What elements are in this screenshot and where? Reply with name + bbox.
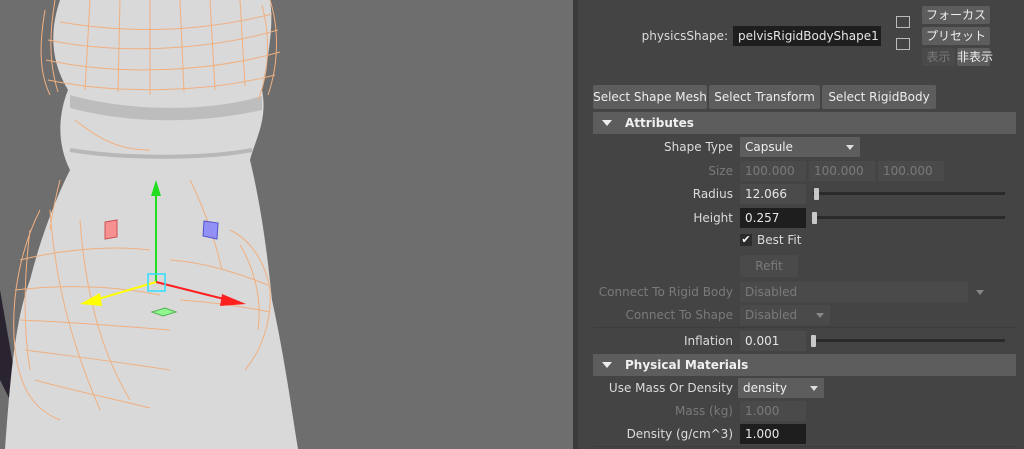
radius-slider-handle[interactable] [814,188,819,200]
size-x-field[interactable]: 100.000 [740,161,806,181]
connect-to-shape-dropdown[interactable]: Disabled [740,305,830,325]
shape-type-dropdown[interactable]: Capsule [740,137,860,157]
physical-materials-section-title: Physical Materials [625,358,749,372]
focus-button[interactable]: フォーカス [922,6,990,24]
refit-button[interactable]: Refit [740,255,798,277]
radius-label: Radius [692,187,733,201]
inflation-slider[interactable] [813,339,1005,342]
mass-label: Mass (kg) [675,404,733,418]
size-label: Size [708,164,733,178]
best-fit-label: Best Fit [757,233,802,247]
select-shape-mesh-button[interactable]: Select Shape Mesh [593,85,707,109]
connect-rigid-body-value: Disabled [745,285,798,299]
height-field[interactable]: 0.257 [740,208,806,228]
checkmark-icon: ✔ [741,233,751,246]
physics-shape-field[interactable]: pelvisRigidBodyShape1 [733,26,881,46]
physics-shape-label: physicsShape: [641,29,728,43]
density-field[interactable]: 1.000 [740,424,806,444]
load-input-icon[interactable] [896,16,910,28]
radius-slider[interactable] [813,192,1005,195]
dropdown-arrow-icon [846,145,854,150]
connect-rigid-body-dropdown[interactable]: Disabled [740,282,984,302]
body-mesh[interactable] [5,0,298,449]
hide-button[interactable]: 非表示 [957,48,993,66]
use-mass-or-density-value: density [743,381,787,395]
mass-field[interactable]: 1.000 [740,401,806,421]
inflation-slider-handle[interactable] [811,335,816,347]
connect-rigid-body-label: Connect To Rigid Body [598,285,733,299]
dropdown-arrow-icon [816,313,824,318]
use-mass-or-density-dropdown[interactable]: density [738,378,824,398]
select-rigidbody-button[interactable]: Select RigidBody [822,85,936,109]
row-separator [593,446,1016,447]
inflation-label: Inflation [683,334,733,348]
load-output-icon[interactable] [896,38,910,50]
size-z-field[interactable]: 100.000 [878,161,944,181]
height-label: Height [693,211,733,225]
row-separator [593,327,1016,328]
dropdown-arrow-icon [976,290,984,295]
dropdown-arrow-icon [810,386,818,391]
shape-type-label: Shape Type [664,140,733,154]
height-slider-handle[interactable] [812,212,817,224]
3d-viewport[interactable] [0,0,573,449]
height-slider[interactable] [813,216,1005,219]
preset-button[interactable]: プリセット [922,27,990,45]
use-mass-or-density-label: Use Mass Or Density [608,381,733,395]
attributes-section-header[interactable]: Attributes [593,112,1016,134]
connect-to-shape-label: Connect To Shape [625,308,733,322]
connect-to-shape-value: Disabled [745,308,798,322]
attributes-section-title: Attributes [625,116,694,130]
collapse-triangle-icon [602,120,612,126]
select-transform-button[interactable]: Select Transform [709,85,820,109]
collapse-triangle-icon [602,362,612,368]
best-fit-checkbox[interactable]: ✔ [740,234,752,246]
inflation-field[interactable]: 0.001 [740,331,806,351]
viewport-scene [0,0,298,449]
density-label: Density (g/cm^3) [626,427,733,441]
show-button[interactable]: 表示 [922,48,955,66]
shape-type-value: Capsule [745,140,793,154]
physical-materials-section-header[interactable]: Physical Materials [593,354,1016,376]
size-y-field[interactable]: 100.000 [809,161,875,181]
radius-field[interactable]: 12.066 [740,184,806,204]
attribute-editor: physicsShape: pelvisRigidBodyShape1 フォーカ… [578,0,1024,449]
